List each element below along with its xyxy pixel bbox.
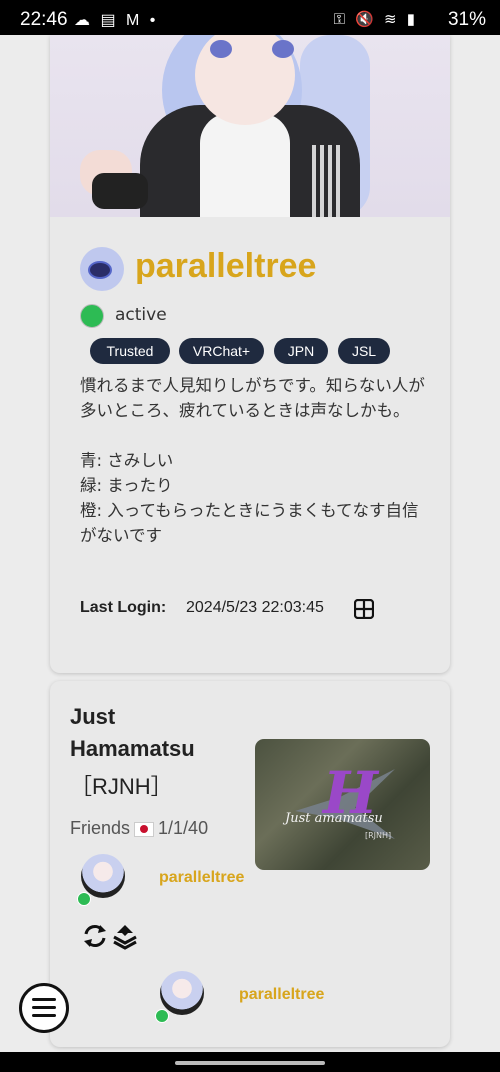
member-name[interactable]: paralleltree <box>159 869 244 887</box>
world-friends-info: Friends 1/1/40 <box>70 818 208 839</box>
home-gesture-handle[interactable] <box>175 1061 325 1065</box>
last-login-label: Last Login: <box>80 599 167 616</box>
thumbnail-logo-code: [RJNH] <box>365 831 392 840</box>
navigation-bar <box>0 1052 500 1072</box>
status-text: active <box>115 305 167 325</box>
tag-trusted: Trusted <box>90 338 170 364</box>
member-name[interactable]: paralleltree <box>239 986 324 1004</box>
refresh-icon[interactable] <box>81 922 109 950</box>
hamburger-icon <box>32 998 56 1001</box>
tag-jpn: JPN <box>274 338 328 364</box>
system-icons: ⚿ 🔇 ≋ ▮ <box>333 11 418 28</box>
member-avatar[interactable] <box>160 971 204 1015</box>
download-layers-icon[interactable] <box>111 922 139 950</box>
status-indicator-icon <box>80 304 104 328</box>
world-card[interactable]: Just Hamamatsu ［RJNH］ Friends 1/1/40 H Ju… <box>50 681 450 1047</box>
member-online-dot-icon <box>155 1009 169 1023</box>
world-name[interactable]: Just Hamamatsu <box>70 701 230 765</box>
profile-username: paralleltree <box>135 247 317 285</box>
friends-label: Friends <box>70 818 131 838</box>
windows-icon <box>354 599 374 619</box>
battery-level: 31% <box>447 9 486 30</box>
profile-card: paralleltree active Trusted VRChat+ JPN … <box>50 35 450 673</box>
world-thumbnail[interactable]: H Just amamatsu [RJNH] <box>255 739 430 870</box>
profile-banner-image <box>50 35 450 217</box>
menu-button[interactable] <box>19 983 69 1033</box>
friends-count: 1/1/40 <box>158 818 209 838</box>
member-online-dot-icon <box>77 892 91 906</box>
status-bar: 22:46 ☁ ▤ M • ⚿ 🔇 ≋ ▮ 31% <box>0 0 500 35</box>
clock: 22:46 <box>20 9 68 30</box>
tag-vrchat-plus: VRChat+ <box>179 338 264 364</box>
thumbnail-logo-text: Just amamatsu <box>285 811 383 826</box>
tag-jsl: JSL <box>338 338 390 364</box>
member-avatar[interactable] <box>81 854 125 898</box>
profile-avatar[interactable] <box>80 247 124 291</box>
notification-icons: ☁ ▤ M • <box>74 12 159 29</box>
last-login-value: 2024/5/23 22:03:45 <box>186 599 324 616</box>
profile-bio: 慣れるまで人見知りしがちです。知らない人が多いところ、疲れているときは声なしかも… <box>80 376 425 545</box>
japan-flag-icon <box>134 821 155 837</box>
world-code: ［RJNH］ <box>70 774 173 799</box>
